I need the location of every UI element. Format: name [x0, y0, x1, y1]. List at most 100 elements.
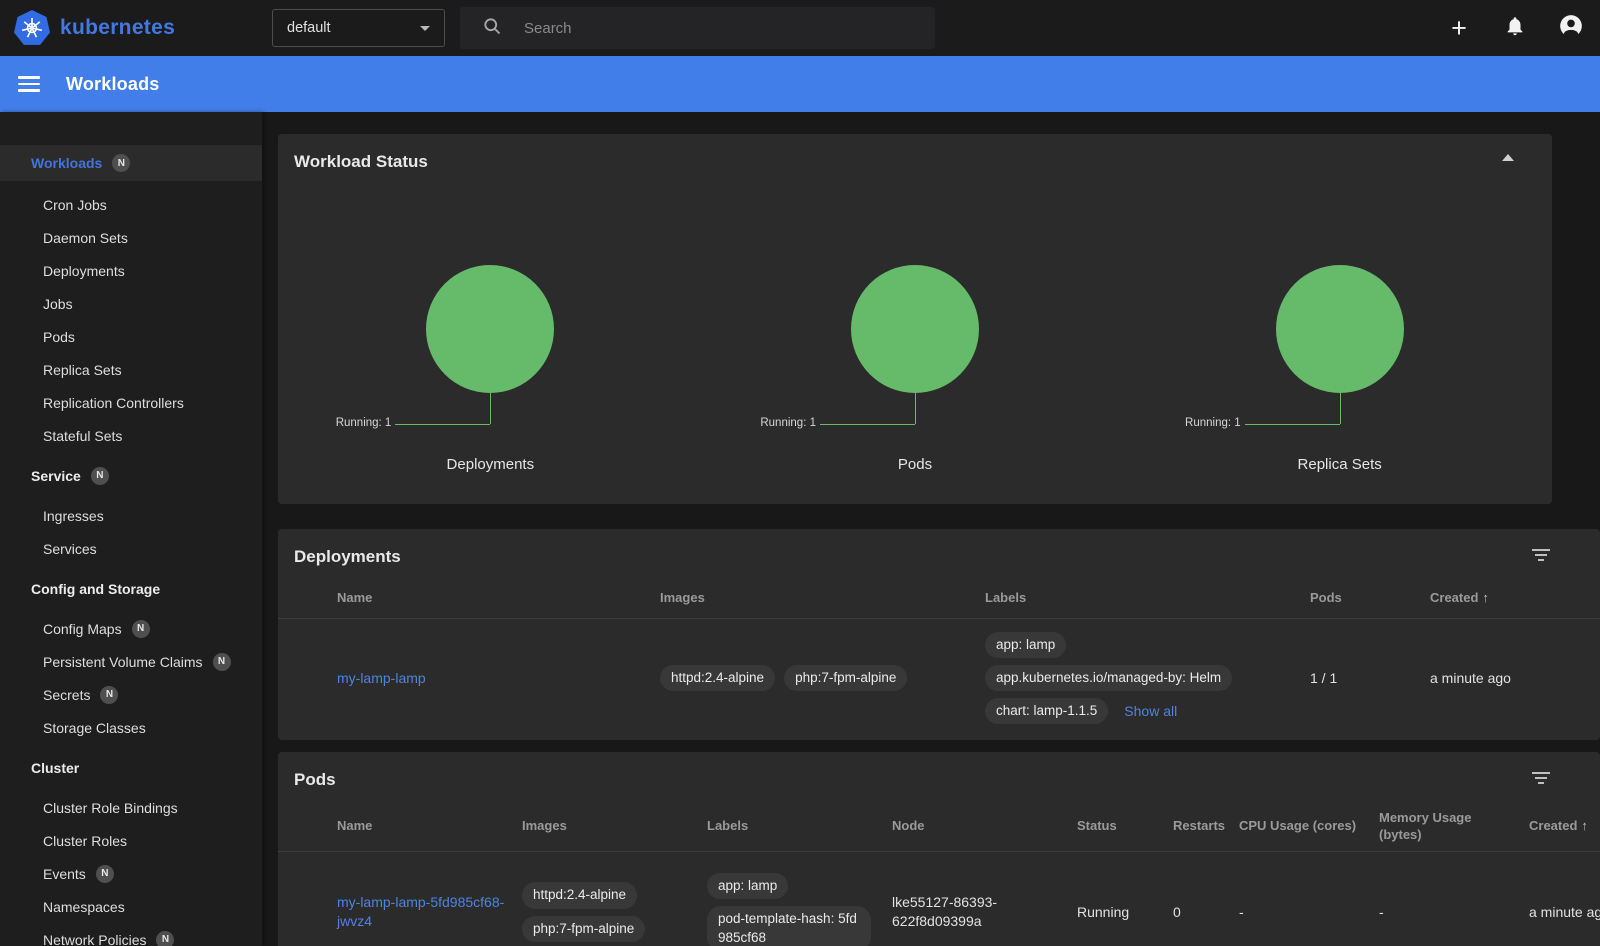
sidebar-item-services[interactable]: Services	[0, 532, 262, 565]
label-chip: chart: lamp-1.1.5	[985, 698, 1108, 724]
column-header-images[interactable]: Images	[660, 590, 985, 607]
pod-name-link[interactable]: my-lamp-lamp-5fd985cf68-jwvz4	[337, 894, 504, 929]
top-app-bar: kubernetes default +	[0, 0, 1600, 56]
sidebar-item-cluster-role-bindings[interactable]: Cluster Role Bindings	[0, 791, 262, 824]
label-chip: app.kubernetes.io/managed-by: Helm	[985, 665, 1232, 691]
sort-ascending-icon: ↑	[1581, 818, 1588, 833]
workload-status-card: Workload Status Running: 1 Deployments R…	[278, 134, 1552, 504]
column-header-status[interactable]: Status	[1077, 818, 1173, 835]
created-timestamp: a minute ago	[1529, 904, 1600, 922]
pie-callout-line	[1245, 424, 1340, 425]
pods-card: Pods Name Images Labels Node Status Rest…	[278, 752, 1600, 946]
new-badge: N	[156, 931, 174, 946]
sidebar-item-persistent-volume-claims[interactable]: Persistent Volume Claims N	[0, 645, 262, 678]
plus-icon: +	[1451, 17, 1467, 39]
sidebar-nav: Workloads N Cron Jobs Daemon Sets Deploy…	[0, 112, 262, 946]
pod-status: Running	[1077, 903, 1173, 922]
pie-callout-line	[490, 393, 491, 424]
bell-icon	[1504, 15, 1526, 42]
column-header-pods[interactable]: Pods	[1310, 590, 1430, 607]
column-header-created[interactable]: Created↑	[1507, 818, 1600, 835]
restarts-count: 0	[1173, 903, 1239, 922]
column-header-labels[interactable]: Labels	[707, 818, 892, 835]
pie-running-segment	[1276, 265, 1404, 393]
sidebar-item-cluster[interactable]: Cluster	[0, 751, 262, 784]
sidebar-item-storage-classes[interactable]: Storage Classes	[0, 711, 262, 744]
pods-ratio: 1 / 1	[1310, 669, 1430, 688]
column-header-restarts[interactable]: Restarts	[1173, 818, 1239, 835]
column-header-memory-usage[interactable]: Memory Usage (bytes)	[1379, 810, 1507, 844]
deployments-table-header: Name Images Labels Pods Created↑	[278, 579, 1600, 619]
new-badge: N	[91, 467, 109, 485]
sidebar-item-deployments[interactable]: Deployments	[0, 254, 262, 287]
sidebar-item-config-and-storage[interactable]: Config and Storage	[0, 572, 262, 605]
pods-title: Pods	[278, 752, 1600, 802]
deployment-name-link[interactable]: my-lamp-lamp	[337, 670, 426, 686]
sidebar-item-replication-controllers[interactable]: Replication Controllers	[0, 386, 262, 419]
sidebar-item-daemon-sets[interactable]: Daemon Sets	[0, 221, 262, 254]
search-bar[interactable]	[460, 7, 935, 49]
topbar-actions: +	[1446, 0, 1584, 56]
column-header-cpu-usage[interactable]: CPU Usage (cores)	[1239, 818, 1379, 835]
page-title: Workloads	[66, 74, 160, 95]
account-circle-icon	[1558, 13, 1584, 44]
deployments-pie-chart: Running: 1 Deployments	[278, 134, 703, 504]
chart-title: Deployments	[278, 456, 703, 473]
chart-title: Replica Sets	[1127, 456, 1552, 473]
column-header-name[interactable]: Name	[337, 590, 660, 607]
sidebar-item-workloads[interactable]: Workloads N	[0, 145, 262, 181]
sidebar-item-jobs[interactable]: Jobs	[0, 287, 262, 320]
pie-callout-line	[395, 424, 490, 425]
column-header-name[interactable]: Name	[337, 818, 522, 835]
table-row: my-lamp-lamp-5fd985cf68-jwvz4 httpd:2.4-…	[278, 852, 1600, 946]
pods-pie-chart: Running: 1 Pods	[703, 134, 1128, 504]
column-header-node[interactable]: Node	[892, 818, 1077, 835]
notifications-button[interactable]	[1502, 15, 1528, 41]
deployments-title: Deployments	[278, 529, 1600, 579]
main-content: Workload Status Running: 1 Deployments R…	[262, 112, 1600, 946]
kubernetes-helm-icon	[14, 10, 50, 46]
namespace-selected-value: default	[287, 20, 331, 36]
sidebar-item-replica-sets[interactable]: Replica Sets	[0, 353, 262, 386]
search-input[interactable]	[524, 20, 854, 37]
sidebar-item-events[interactable]: Events N	[0, 857, 262, 890]
label-chip: pod-template-hash: 5fd985cf68	[707, 906, 871, 946]
cpu-usage-value: -	[1239, 903, 1379, 922]
sort-ascending-icon: ↑	[1482, 590, 1489, 605]
column-header-images[interactable]: Images	[522, 818, 707, 835]
namespace-selector[interactable]: default	[272, 9, 445, 47]
workload-status-charts: Running: 1 Deployments Running: 1 Pods R…	[278, 134, 1552, 504]
sidebar-item-stateful-sets[interactable]: Stateful Sets	[0, 419, 262, 452]
node-name: lke55127-86393-622f8d09399a	[892, 893, 1077, 931]
sidebar-item-namespaces[interactable]: Namespaces	[0, 890, 262, 923]
filter-icon[interactable]	[1528, 768, 1554, 788]
pie-callout-line	[820, 424, 915, 425]
menu-icon[interactable]	[18, 76, 40, 92]
new-badge: N	[100, 686, 118, 704]
pie-callout-line	[915, 393, 916, 424]
account-button[interactable]	[1558, 15, 1584, 41]
kubernetes-home-link[interactable]: kubernetes	[0, 10, 250, 46]
sidebar-item-service[interactable]: Service N	[0, 459, 262, 492]
sidebar-item-network-policies[interactable]: Network Policies N	[0, 923, 262, 946]
sidebar-item-config-maps[interactable]: Config Maps N	[0, 612, 262, 645]
new-badge: N	[96, 865, 114, 883]
filter-icon[interactable]	[1528, 545, 1554, 565]
sidebar-item-cron-jobs[interactable]: Cron Jobs	[0, 188, 262, 221]
pie-running-segment	[426, 265, 554, 393]
created-timestamp: a minute ago	[1430, 670, 1511, 688]
sidebar-item-ingresses[interactable]: Ingresses	[0, 499, 262, 532]
column-header-labels[interactable]: Labels	[985, 590, 1310, 607]
create-resource-button[interactable]: +	[1446, 15, 1472, 41]
sidebar-item-cluster-roles[interactable]: Cluster Roles	[0, 824, 262, 857]
brand-name: kubernetes	[60, 16, 175, 40]
column-header-created[interactable]: Created↑	[1430, 590, 1600, 607]
show-all-labels-link[interactable]: Show all	[1124, 702, 1177, 721]
sidebar-item-pods[interactable]: Pods	[0, 320, 262, 353]
image-chip: httpd:2.4-alpine	[522, 882, 637, 908]
pods-table-header: Name Images Labels Node Status Restarts …	[278, 802, 1600, 852]
page-toolbar: Workloads	[0, 56, 1600, 112]
sidebar-item-secrets[interactable]: Secrets N	[0, 678, 262, 711]
pie-callout-line	[1340, 393, 1341, 424]
chevron-down-icon	[420, 26, 430, 31]
